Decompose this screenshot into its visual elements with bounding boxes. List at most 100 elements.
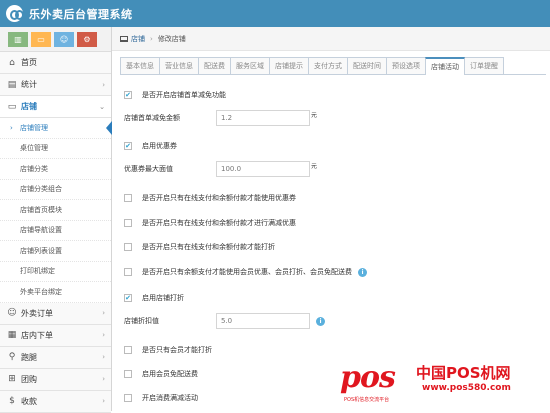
sidebar-item-home[interactable]: ⌂ 首页 — [0, 52, 111, 74]
desktop-icon: ▭ — [7, 101, 17, 112]
checkbox-label: 启用优惠券 — [142, 142, 177, 150]
desktop-icon — [120, 35, 128, 42]
tab-payment-method[interactable]: 支付方式 — [308, 57, 348, 74]
checkbox-opt4[interactable] — [124, 268, 132, 276]
sidebar-item-label: 首页 — [21, 58, 37, 67]
sidebar-item-groupbuy[interactable]: ⊞ 团购 › — [0, 368, 111, 391]
tab-basic-info[interactable]: 基本信息 — [120, 57, 160, 74]
opt5-checkbox-row[interactable]: 是否只有会员才能打折 — [124, 345, 212, 355]
opt7-checkbox-row[interactable]: 开启消费满减活动 — [124, 393, 198, 403]
sidebar-subitem-printer[interactable]: 打印机绑定 — [0, 261, 111, 282]
sidebar-item-label: 店铺 — [21, 102, 37, 111]
bar-chart-icon: ▤ — [7, 79, 17, 90]
sidebar-subitem-table-manage[interactable]: 桌位管理 — [0, 138, 111, 159]
checkbox-opt7[interactable] — [124, 394, 132, 402]
info-icon[interactable]: i — [358, 267, 367, 277]
caret-right-icon: › — [10, 123, 13, 132]
tab-delivery-fee[interactable]: 配送费 — [198, 57, 231, 74]
sidebar-subitem-label: 打印机绑定 — [20, 267, 55, 276]
users-icon[interactable]: ☺ — [54, 32, 74, 47]
sidebar-subitem-shop-category[interactable]: 店铺分类 — [0, 159, 111, 180]
checkbox-opt2[interactable] — [124, 219, 132, 227]
home-icon: ⌂ — [9, 57, 15, 68]
tab-business-info[interactable]: 营业信息 — [159, 57, 199, 74]
breadcrumb-current: 修改店铺 — [157, 34, 186, 43]
field-label: 店铺首单减免金额 — [124, 114, 180, 122]
info-icon[interactable]: i — [316, 316, 325, 326]
first-order-amount-input[interactable]: 1.2 — [216, 110, 310, 126]
cart-icon: ⊞ — [8, 374, 16, 384]
sidebar-item-stats[interactable]: ▤ 统计 › — [0, 74, 111, 96]
smile-icon: ☺ — [7, 308, 17, 318]
checkbox-opt1[interactable] — [124, 194, 132, 202]
coupon-max-row: 优惠券最大面值 100.0 元 — [124, 161, 317, 177]
discount-value-row: 店铺折扣值 5.0 i — [124, 313, 325, 329]
tab-shop-activity[interactable]: 店铺活动 — [425, 57, 465, 75]
coupon-checkbox-row[interactable]: ✔ 启用优惠券 — [124, 141, 177, 151]
sidebar-subitem-shop-manage[interactable]: › 店铺管理 — [0, 118, 112, 139]
watermark-url: www.pos580.com — [422, 383, 511, 393]
sidebar-item-label: 团购 — [21, 374, 37, 384]
checkbox-first-order[interactable]: ✔ — [124, 91, 132, 99]
first-order-checkbox-row[interactable]: ✔ 是否开启店铺首单减免功能 — [124, 90, 226, 100]
tab-service-area[interactable]: 服务区域 — [230, 57, 270, 74]
checkbox-discount[interactable]: ✔ — [124, 294, 132, 302]
sidebar-subitem-category-group[interactable]: 店铺分类组合 — [0, 179, 111, 200]
monitor-icon[interactable]: ▭ — [31, 32, 51, 47]
checkbox-label: 启用会员免配送费 — [142, 370, 198, 378]
watermark-sub: POS机信息交流平台 — [344, 397, 390, 403]
checkbox-opt5[interactable] — [124, 346, 132, 354]
sidebar-subitem-home-module[interactable]: 店铺首页模块 — [0, 200, 111, 221]
sidebar-subitem-label: 店铺分类 — [20, 164, 48, 173]
sidebar-subitem-platform-bind[interactable]: 外卖平台绑定 — [0, 282, 111, 303]
opt1-checkbox-row[interactable]: 是否开启只有在线支付和余额付款才能使用优惠券 — [124, 193, 296, 203]
field-label: 优惠券最大面值 — [124, 165, 173, 173]
checkbox-label: 是否只有会员才能打折 — [142, 346, 212, 354]
checkbox-opt3[interactable] — [124, 243, 132, 251]
sidebar-item-label: 店内下单 — [21, 330, 53, 340]
checkbox-coupon[interactable]: ✔ — [124, 142, 132, 150]
sidebar-item-label: 收款 — [21, 396, 37, 406]
discount-value-input[interactable]: 5.0 — [216, 313, 310, 329]
sidebar-item-errand[interactable]: ⚲ 跑腿 › — [0, 346, 111, 369]
opt2-checkbox-row[interactable]: 是否开启只有在线支付和余额付款才进行满减优惠 — [124, 218, 296, 228]
sidebar-subitem-label: 外卖平台绑定 — [20, 287, 62, 296]
opt4-checkbox-row[interactable]: 是否开启只有余额支付才能使用会员优惠、会员打折、会员免配送费 i — [124, 267, 367, 277]
sidebar-item-payment[interactable]: $ 收款 › — [0, 390, 111, 413]
chevron-right-icon: › — [102, 353, 105, 361]
cogs-icon[interactable]: ⚙ — [77, 32, 97, 47]
first-order-amount-row: 店铺首单减免金额 1.2 元 — [124, 110, 317, 126]
breadcrumb-separator: › — [150, 34, 153, 43]
tab-order-reminder[interactable]: 订单提醒 — [464, 57, 504, 74]
tab-preset-options[interactable]: 预设选项 — [386, 57, 426, 74]
tab-shop-notice[interactable]: 店铺提示 — [269, 57, 309, 74]
checkbox-label: 是否开启只有余额支付才能使用会员优惠、会员打折、会员免配送费 — [142, 268, 352, 276]
chart-icon[interactable]: ▥ — [8, 32, 28, 47]
watermark-logo: pos 中国POS机网 www.pos580.com POS机信息交流平台 — [340, 358, 545, 408]
sidebar-subitem-list-settings[interactable]: 店铺列表设置 — [0, 241, 111, 262]
tab-bar: 基本信息 营业信息 配送费 服务区域 店铺提示 支付方式 配送时间 预设选项 店… — [120, 57, 546, 75]
opt6-checkbox-row[interactable]: 启用会员免配送费 — [124, 369, 198, 379]
chevron-right-icon: › — [102, 331, 105, 339]
coupon-max-input[interactable]: 100.0 — [216, 161, 310, 177]
sidebar-subitem-nav-settings[interactable]: 店铺导航设置 — [0, 220, 111, 241]
breadcrumb-home[interactable]: 店铺 — [131, 34, 145, 44]
checkbox-label: 是否开启只有在线支付和余额付款才能使用优惠券 — [142, 194, 296, 202]
opt3-checkbox-row[interactable]: 是否开启只有在线支付和余额付款才能打折 — [124, 242, 275, 252]
checkbox-label: 是否开启只有在线支付和余额付款才进行满减优惠 — [142, 219, 296, 227]
tab-delivery-time[interactable]: 配送时间 — [347, 57, 387, 74]
chevron-right-icon: › — [102, 397, 105, 405]
checkbox-opt6[interactable] — [124, 370, 132, 378]
sidebar-item-dine-in[interactable]: ▦ 店内下单 › — [0, 324, 111, 347]
unit-label: 元 — [311, 112, 318, 119]
sidebar-subitem-label: 桌位管理 — [20, 144, 48, 153]
bicycle-icon: ⚲ — [8, 352, 16, 362]
sidebar-item-shop[interactable]: ▭ 店铺 ⌄ — [0, 96, 111, 118]
sidebar-subitem-label: 店铺管理 — [20, 123, 48, 132]
dollar-icon: $ — [9, 396, 15, 406]
calendar-icon: ▦ — [7, 330, 17, 340]
top-navbar: 乐外卖后台管理系统 — [0, 0, 550, 27]
sidebar-item-label: 跑腿 — [21, 352, 37, 362]
discount-checkbox-row[interactable]: ✔ 启用店铺打折 — [124, 293, 184, 303]
sidebar-item-takeout-orders[interactable]: ☺ 外卖订单 › — [0, 302, 111, 325]
